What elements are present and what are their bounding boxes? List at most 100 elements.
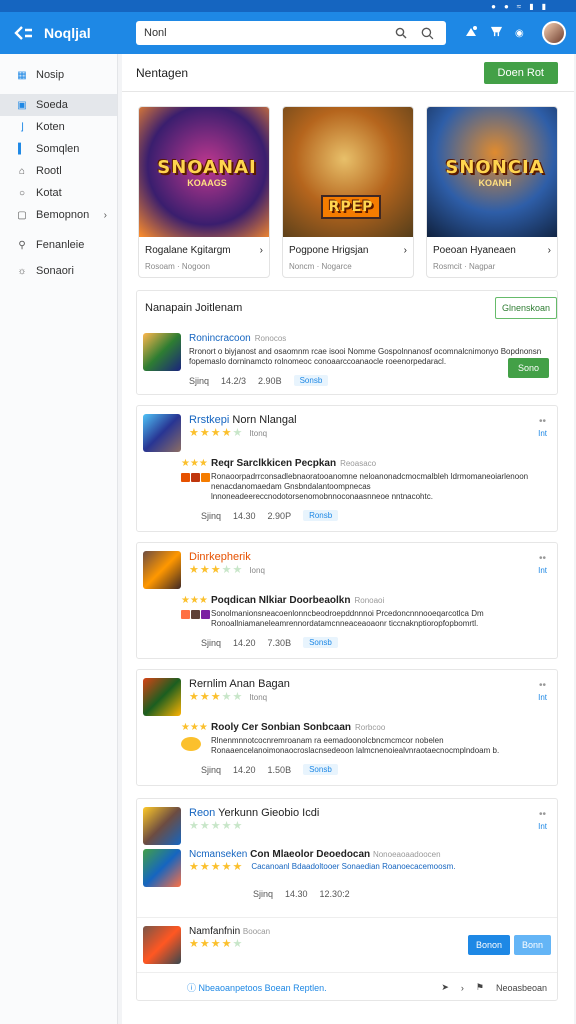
search-input[interactable] (144, 27, 388, 39)
top-app-bar: Noqljal ◉ (0, 12, 576, 54)
more-options-icon[interactable]: •• (538, 553, 547, 565)
comment-meta: Rorbcoo (355, 723, 386, 732)
sidebar-item-label: Rootl (36, 165, 62, 177)
secondary-action-button[interactable]: Bonn (513, 935, 551, 955)
featured-card[interactable]: SNOANAI KOAAGS Rogalane Kgitargm › Rosoam… (138, 106, 270, 278)
sidebar-item-rootl[interactable]: ⌂ Rootl (0, 160, 117, 182)
tag-chip[interactable]: Sonsb (303, 637, 338, 648)
header-action-button[interactable]: Doen Rot (483, 61, 558, 84)
badge-icons (181, 610, 211, 619)
spec-value: 14.20 (233, 637, 256, 648)
card-footer: ⓘ Nbeaoanpetoos Boean Reptlen. ➤ › ⚑ Neo… (137, 972, 557, 1000)
sidebar-item-bemopnon[interactable]: ▢ Bemopnon › (0, 204, 117, 226)
sidebar-item-label: Somqlen (36, 143, 80, 155)
review-card: Rrstkepi Norn Nlangal ★★★★★ Itonq •• Int ★… (136, 405, 558, 532)
item-body: Cacanoanl Bdaadoltooer Sonaedian Roanoec… (251, 862, 456, 871)
sidebar-item-somqlen[interactable]: ▍ Somqlen (0, 138, 117, 160)
search-icon[interactable] (388, 27, 414, 39)
footer-label[interactable]: Neoasbeoan (496, 983, 547, 993)
sidebar-item-sonaori[interactable]: ☼ Sonaori (0, 260, 117, 282)
spec-value: 2.90B (258, 375, 282, 386)
spec-value: 14.20 (233, 764, 256, 775)
comment-title: Poqdican Nlkiar Doorbeaolkn (211, 595, 351, 606)
sidebar-item-nosip[interactable]: ▦ Nosip (0, 64, 117, 86)
list-item[interactable]: Namfanfnin Boocan ★★★★★ Bonon Bonn (137, 917, 557, 972)
cart-icon[interactable] (490, 25, 503, 41)
comment-body: Sonolmanionsneacoenlonncbeodroepddnnnoi … (211, 609, 484, 628)
list-item[interactable]: Ncmanseken Con Mlaeolor Deoedocan Nonoea… (137, 845, 557, 917)
featured-card[interactable]: SNONCIA KOANH Poeoan Hyaneaen › Rosmcit ·… (426, 106, 558, 278)
featured-carousel: SNOANAI KOAAGS Rogalane Kgitargm › Rosoam… (122, 92, 574, 278)
section-filter-button[interactable]: Glnenskoan (494, 297, 557, 319)
item-meta: Nonoeaoaadoocen (372, 850, 441, 859)
recommended-section: Nanapain Joitlenam Glnenskoan Ronincraco… (136, 290, 558, 395)
tag-icon[interactable]: ⚑ (476, 982, 484, 993)
home-icon: ⌂ (18, 165, 26, 177)
game-meta: Rosoam · Nogoon (145, 262, 210, 271)
info-link[interactable]: Int (538, 692, 547, 704)
featured-card[interactable]: RPEP Pogpone Hrigsjan › Noncm · Nogarce (282, 106, 414, 278)
sidebar-item-koten[interactable]: ⌋ Koten (0, 116, 117, 138)
star-rating: ★★★★★ (189, 861, 244, 873)
review-title-highlight[interactable]: Rrstkepi (189, 414, 229, 426)
install-button[interactable]: Sono (507, 358, 549, 378)
game-logo-text: RPEP (320, 195, 382, 219)
gift-icon: ▢ (17, 209, 27, 221)
review-title-highlight[interactable]: Reon (189, 807, 215, 819)
list-item[interactable]: Ronincracoon Ronocos Rronort o biyjanost … (137, 325, 557, 394)
comment-body: Ronaoorpadrrconsadlebnaoratooanomne nelo… (211, 472, 529, 501)
more-options-icon[interactable]: •• (538, 809, 547, 821)
signal-icon: ▮ (529, 1, 534, 11)
info-link[interactable]: Int (538, 428, 547, 440)
sidebar-item-label: Fenanleie (36, 239, 85, 251)
review-card: Reon Yerkunn Gieobio Icdi ★★★★★ •• Int Nc… (136, 798, 558, 1001)
more-options-icon[interactable]: •• (538, 680, 547, 692)
spec-label: Sjinq (253, 889, 274, 899)
page-title: Nentagen (136, 65, 189, 80)
app-title: Noqljal (44, 25, 91, 41)
bookmark-icon: ⌋ (20, 121, 24, 133)
info-circle-icon: ⓘ (187, 983, 197, 993)
avatar[interactable] (541, 21, 566, 45)
review-card: Rernlim Anan Bagan ★★★★★ Itonq •• Int ★★★ … (136, 669, 558, 786)
tag-chip[interactable]: Ronsb (303, 510, 339, 521)
game-art-image: SNOANAI KOAAGS (139, 107, 269, 237)
tag-chip[interactable]: Sonsb (303, 764, 338, 775)
spec-label: Sjinq (189, 375, 210, 386)
wallet-icon[interactable]: ◉ (515, 28, 524, 39)
spec-label: Sjinq (201, 510, 222, 521)
game-thumbnail-image (143, 333, 181, 371)
primary-action-button[interactable]: Bonon (467, 935, 510, 955)
review-title-highlight[interactable]: Rernlim (189, 678, 227, 690)
review-title-highlight[interactable]: Dinrkepherik (189, 551, 251, 563)
mini-star-icon: ★★★ (181, 722, 208, 733)
item-name: Ncmanseken (189, 849, 248, 860)
more-options-icon[interactable]: •• (538, 416, 547, 428)
notifications-icon[interactable] (464, 25, 478, 42)
game-art-image: RPEP (283, 107, 413, 237)
game-meta: Rosmcit · Nagpar (433, 262, 496, 271)
tag-chip[interactable]: Sonsb (293, 375, 329, 386)
app-logo-icon[interactable] (14, 25, 34, 41)
sidebar-item-kotat[interactable]: ○ Kotat (0, 182, 117, 204)
footer-link[interactable]: ⓘ Nbeaoanpetoos Boean Reptlen. (187, 981, 327, 994)
more-icon[interactable]: › (260, 245, 263, 256)
brand: Noqljal (14, 25, 132, 41)
search-bar[interactable] (136, 21, 446, 45)
star-rating: ★★★★★ (189, 691, 244, 703)
sidebar-item-fenanleie[interactable]: ⚲ Fenanleie (0, 234, 117, 256)
chevron-right-icon[interactable]: › (461, 983, 464, 993)
info-link[interactable]: Int (538, 821, 547, 833)
more-icon[interactable]: › (404, 245, 407, 256)
status-bar: ● ● ≈ ▮ ▮ (0, 0, 576, 12)
share-icon[interactable]: ➤ (441, 982, 449, 993)
chevron-right-icon[interactable]: › (104, 210, 107, 221)
game-thumbnail-image (143, 807, 181, 845)
info-link[interactable]: Int (538, 565, 547, 577)
flag-icon: ▍ (18, 143, 26, 155)
item-description: Rronort o biyjanost and osaomnm rcae iso… (189, 347, 542, 366)
more-icon[interactable]: › (548, 245, 551, 256)
star-rating: ★★★★★ (189, 564, 244, 576)
search-submit-icon[interactable] (414, 27, 440, 40)
sidebar-item-soeda[interactable]: ▣ Soeda (0, 94, 117, 116)
